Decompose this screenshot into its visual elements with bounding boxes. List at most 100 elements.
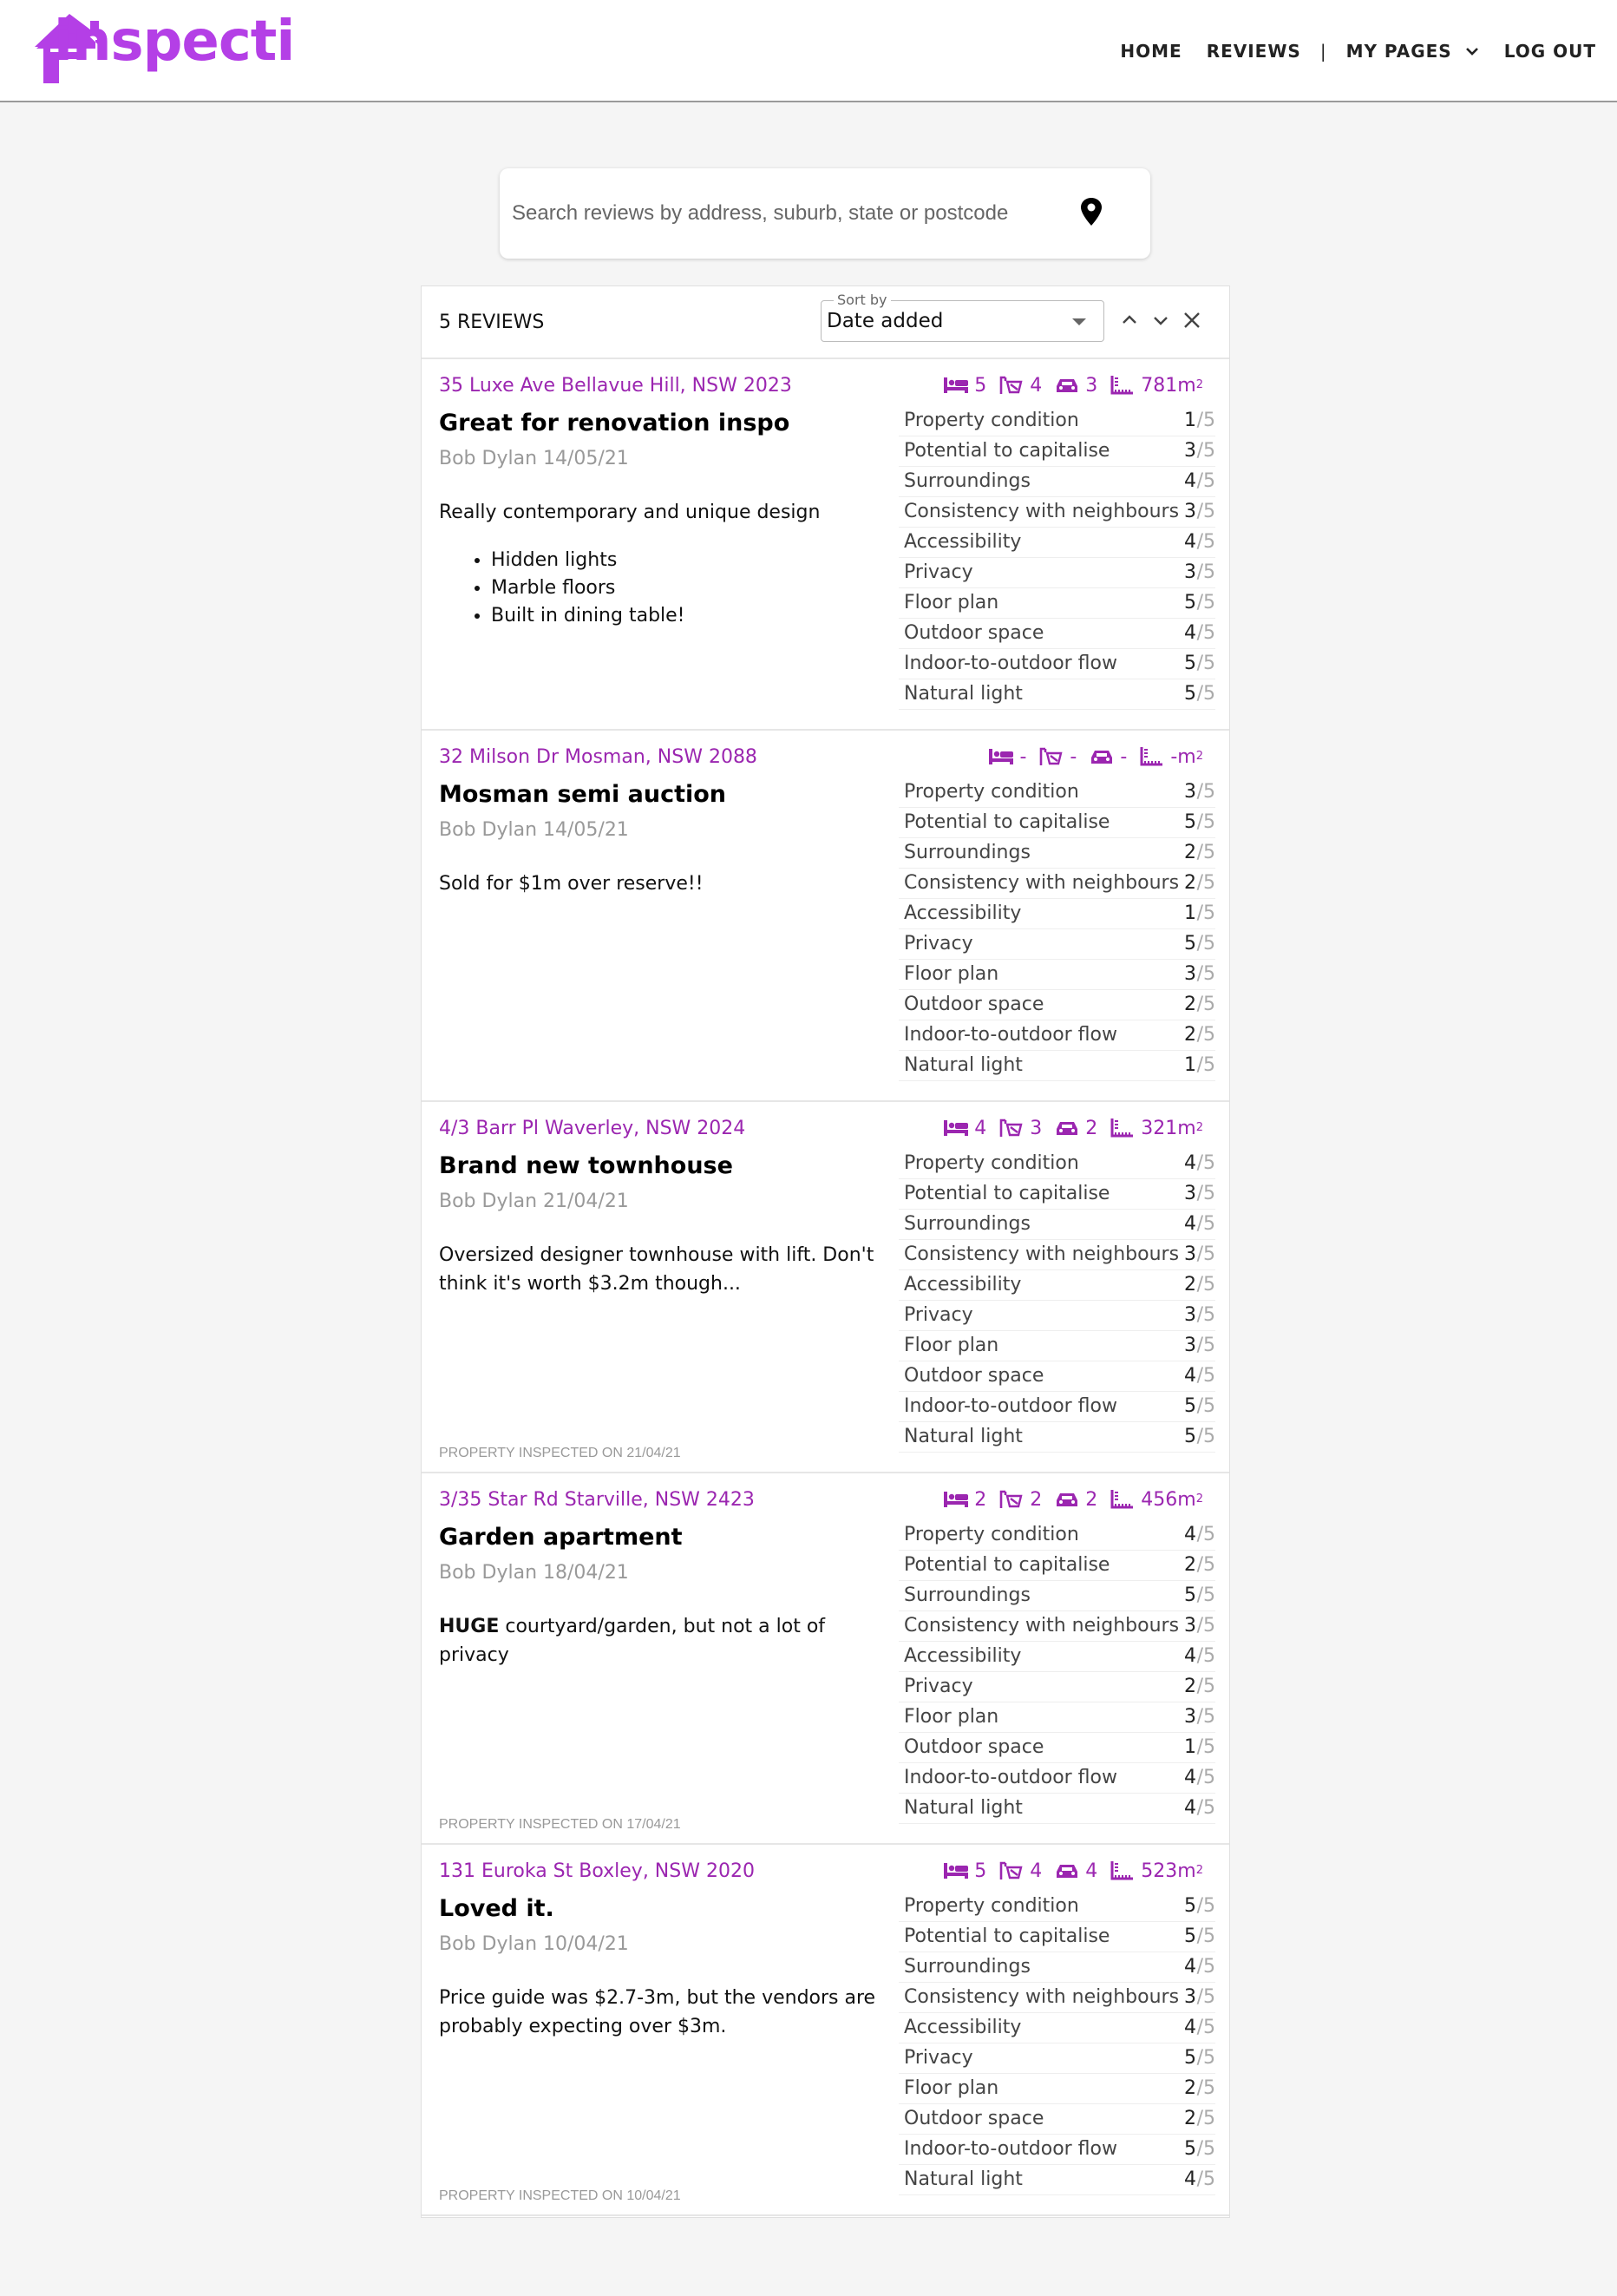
area-value: 781 [1141, 374, 1178, 397]
rating-max: /5 [1196, 561, 1215, 583]
rating-value: 1 [1184, 410, 1196, 431]
rating-label: Privacy [904, 561, 973, 583]
review-bullet: Hidden lights [491, 547, 685, 574]
rating-label: Natural light [904, 1426, 1023, 1447]
nav-reviews[interactable]: REVIEWS [1195, 41, 1313, 62]
baths-value: 4 [1030, 1860, 1043, 1882]
rating-row: Surroundings 4/5 [899, 1210, 1215, 1240]
review-description-bold: HUGE [439, 1616, 500, 1637]
chevron-up-icon[interactable] [1118, 309, 1141, 331]
review-title: Loved it. [439, 1895, 554, 1922]
rating-row: Privacy 2/5 [899, 1672, 1215, 1702]
nav-my-pages[interactable]: MY PAGES [1334, 41, 1492, 62]
review-address[interactable]: 3/35 Star Rd Starville, NSW 2423 [439, 1489, 755, 1511]
rating-label: Potential to capitalise [904, 1554, 1110, 1576]
spec-area: 523 m 2 [1110, 1860, 1203, 1882]
rating-value: 3 [1184, 781, 1196, 803]
nav-log-out[interactable]: LOG OUT [1492, 41, 1608, 62]
rating-label: Indoor-to-outdoor flow [904, 1767, 1117, 1788]
rating-value: 2 [1184, 1024, 1196, 1046]
beds-value: 5 [974, 1860, 987, 1882]
main-nav: HOME REVIEWS | MY PAGES LOG OUT [1108, 0, 1608, 102]
cars-value: 2 [1085, 1117, 1098, 1139]
sort-select[interactable]: Sort by Date added [821, 292, 1104, 342]
rating-value: 5 [1184, 1395, 1196, 1417]
rating-label: Accessibility [904, 1645, 1022, 1667]
nav-home[interactable]: HOME [1108, 41, 1194, 62]
rating-label: Privacy [904, 933, 973, 954]
sort-label: Sort by [834, 292, 891, 308]
review-title: Great for renovation inspo [439, 410, 790, 436]
rating-label: Accessibility [904, 531, 1022, 553]
rating-label: Property condition [904, 1895, 1079, 1917]
spec-beds: 2 [943, 1489, 986, 1511]
rating-label: Indoor-to-outdoor flow [904, 653, 1117, 674]
baths-value: 2 [1030, 1488, 1043, 1511]
rating-label: Privacy [904, 1304, 973, 1326]
ratings-table: Property condition 4/5 Potential to capita… [899, 1520, 1215, 1824]
car-icon [1057, 379, 1078, 392]
rating-label: Potential to capitalise [904, 811, 1110, 833]
bath-icon [999, 1861, 1023, 1879]
review-address[interactable]: 32 Milson Dr Mosman, NSW 2088 [439, 746, 757, 768]
rating-value: 5 [1184, 811, 1196, 833]
rating-max: /5 [1196, 653, 1215, 674]
review-card[interactable]: 4/3 Barr Pl Waverley, NSW 2024 Brand new … [422, 1102, 1229, 1473]
rating-label: Natural light [904, 2168, 1023, 2190]
rating-value: 5 [1184, 683, 1196, 705]
review-title: Garden apartment [439, 1524, 683, 1551]
rating-value: 2 [1184, 994, 1196, 1015]
rating-row: Accessibility 4/5 [899, 1642, 1215, 1672]
area-unit: m [1177, 1117, 1196, 1139]
rating-value: 2 [1184, 2077, 1196, 2099]
rating-max: /5 [1196, 2017, 1215, 2038]
rating-label: Surroundings [904, 1956, 1031, 1978]
rating-row: Accessibility 4/5 [899, 2013, 1215, 2043]
rating-value: 4 [1184, 622, 1196, 644]
review-card[interactable]: 32 Milson Dr Mosman, NSW 2088 Mosman semi… [422, 731, 1229, 1102]
review-card[interactable]: 35 Luxe Ave Bellavue Hill, NSW 2023 Great… [422, 359, 1229, 731]
rating-label: Potential to capitalise [904, 440, 1110, 462]
chevron-down-icon[interactable] [1149, 309, 1172, 331]
rating-max: /5 [1196, 1243, 1215, 1265]
review-address[interactable]: 131 Euroka St Boxley, NSW 2020 [439, 1860, 755, 1882]
search-input[interactable] [512, 194, 1067, 233]
logo-text[interactable]: inspecti [54, 14, 295, 69]
rating-max: /5 [1196, 2168, 1215, 2190]
rating-max: /5 [1196, 1584, 1215, 1606]
review-description: HUGE courtyard/garden, but not a lot of … [439, 1612, 890, 1670]
rating-max: /5 [1196, 872, 1215, 894]
spec-cars: 2 [1054, 1118, 1097, 1139]
review-address[interactable]: 4/3 Barr Pl Waverley, NSW 2024 [439, 1118, 745, 1139]
rating-row: Accessibility 1/5 [899, 899, 1215, 929]
rating-value: 3 [1184, 1183, 1196, 1204]
rating-max: /5 [1196, 1615, 1215, 1637]
spec-baths: 2 [998, 1489, 1042, 1511]
location-pin-icon[interactable] [1079, 196, 1103, 227]
rating-value: 3 [1184, 440, 1196, 462]
cars-value: 3 [1085, 374, 1098, 397]
close-icon[interactable] [1181, 309, 1203, 331]
rating-max: /5 [1196, 1645, 1215, 1667]
spec-beds: - [988, 746, 1026, 768]
rating-max: /5 [1196, 592, 1215, 613]
review-address[interactable]: 35 Luxe Ave Bellavue Hill, NSW 2023 [439, 375, 792, 397]
rating-label: Privacy [904, 2047, 973, 2069]
area-unit: m [1177, 1860, 1196, 1882]
rating-row: Accessibility 2/5 [899, 1270, 1215, 1301]
rating-label: Consistency with neighbours [904, 501, 1180, 522]
review-card[interactable]: 3/35 Star Rd Starville, NSW 2423 Garden a… [422, 1473, 1229, 1845]
nav-separator: | [1319, 41, 1327, 62]
spec-baths: 3 [998, 1118, 1042, 1139]
rating-value: 3 [1184, 1304, 1196, 1326]
rating-max: /5 [1196, 470, 1215, 492]
rating-max: /5 [1196, 1956, 1215, 1978]
area-unit: m [1177, 1488, 1196, 1511]
area-value: 321 [1141, 1117, 1178, 1139]
review-card[interactable]: 131 Euroka St Boxley, NSW 2020 Loved it. B… [422, 1845, 1229, 2216]
review-author: Bob Dylan 10/04/21 [439, 1933, 629, 1955]
spec-area: 321 m 2 [1110, 1118, 1203, 1139]
cars-value: - [1120, 745, 1128, 768]
rating-max: /5 [1196, 1895, 1215, 1917]
review-author: Bob Dylan 18/04/21 [439, 1562, 629, 1584]
